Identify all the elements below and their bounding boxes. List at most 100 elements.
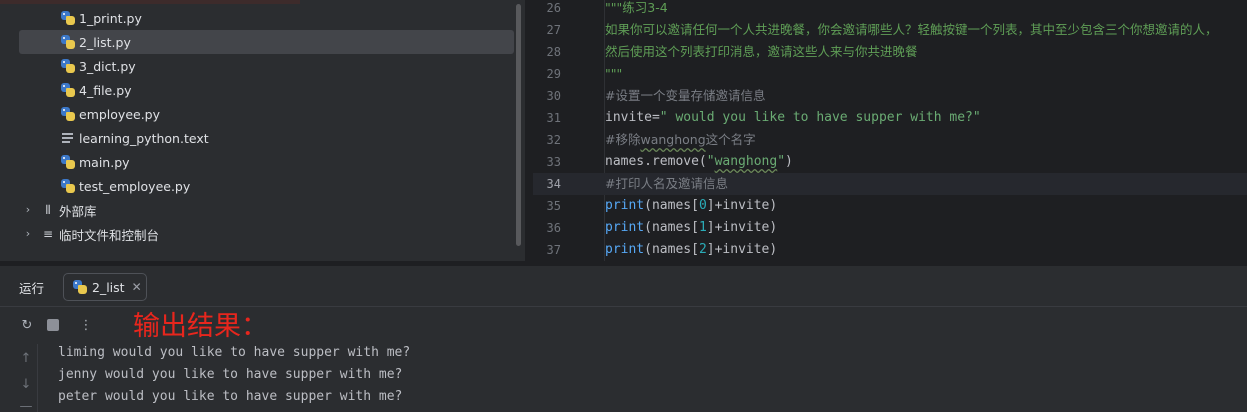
tree-item-3-dict[interactable]: 3_dict.py	[60, 54, 136, 78]
code-token: ]+invite)	[706, 220, 778, 235]
code-editor[interactable]: 26 """练习3-4 27 如果你可以邀请任何一个人共进晚餐，你会邀请哪些人？…	[533, 0, 1247, 261]
code-line[interactable]: 31 invite=" would you like to have suppe…	[533, 107, 1247, 129]
line-text: #设置一个变量存储邀请信息	[605, 88, 766, 103]
line-text: invite=" would you like to have supper w…	[605, 107, 981, 129]
console-output-line: peter would you like to have supper with…	[58, 389, 403, 404]
python-file-icon	[60, 34, 76, 50]
line-number: 26	[546, 1, 561, 15]
library-icon: ⫴	[45, 203, 51, 217]
tree-item-employee[interactable]: employee.py	[60, 102, 160, 126]
line-text: #打印人名及邀请信息	[605, 176, 728, 191]
line-number: 36	[546, 221, 561, 235]
soft-wrap-icon[interactable]: —	[18, 399, 34, 412]
code-line[interactable]: 27 如果你可以邀请任何一个人共进晚餐，你会邀请哪些人？轻触按键一个列表，其中至…	[533, 19, 1247, 41]
line-number: 34	[546, 177, 561, 191]
code-line[interactable]: 32 #移除wanghong这个名字	[533, 129, 1247, 151]
line-text: 然后使用这个列表打印消息，邀请这些人来与你共进晚餐	[605, 44, 918, 59]
console-gutter-divider	[37, 344, 38, 412]
line-text: 如果你可以邀请任何一个人共进晚餐，你会邀请哪些人？轻触按键一个列表，其中至少包含…	[605, 22, 1218, 37]
builtin-call: print	[605, 242, 645, 257]
line-text: """	[605, 66, 623, 81]
python-file-icon	[60, 154, 76, 170]
rerun-icon[interactable]: ↻	[19, 318, 35, 334]
python-file-icon	[60, 58, 76, 74]
string-quote: "	[706, 154, 715, 169]
python-file-icon	[72, 279, 88, 295]
tree-group-external-libraries[interactable]: › ⫴ 外部库	[20, 198, 97, 222]
close-icon[interactable]: ✕	[132, 280, 142, 294]
code-token: (names[	[644, 220, 699, 235]
more-options-icon[interactable]: ⋮	[78, 318, 94, 334]
tree-group-label: 外部库	[59, 203, 97, 219]
console-output-line: liming would you like to have supper wit…	[58, 345, 411, 360]
line-number: 28	[546, 45, 561, 59]
tree-item-label: learning_python.text	[79, 130, 209, 146]
builtin-call: print	[605, 220, 645, 235]
line-number: 33	[546, 155, 561, 169]
run-tool-window: 运行 2_list ✕ ↻ ⋮ 输出结果： ↑ ↓ — liming would…	[0, 266, 1247, 412]
tree-item-label: 1_print.py	[79, 10, 142, 26]
project-tool-window: 1_print.py 2_list.py 3_dict.py 4_file.py…	[0, 0, 525, 261]
code-token: (names[	[644, 242, 699, 257]
python-file-icon	[60, 178, 76, 194]
line-number: 31	[546, 111, 561, 125]
chevron-right-icon[interactable]: ›	[20, 202, 36, 218]
project-scrollbar[interactable]	[516, 4, 521, 246]
code-token: #移除	[605, 132, 641, 147]
code-line[interactable]: 28 然后使用这个列表打印消息，邀请这些人来与你共进晚餐	[533, 41, 1247, 63]
code-line[interactable]: 36 print(names[1]+invite)	[533, 217, 1247, 239]
string-literal: " would you like to have supper with me?…	[659, 110, 981, 125]
chevron-right-icon[interactable]: ›	[20, 226, 36, 242]
python-file-icon	[60, 106, 76, 122]
python-file-icon	[60, 10, 76, 26]
code-line[interactable]: 30 #设置一个变量存储邀请信息	[533, 85, 1247, 107]
tree-item-1-print[interactable]: 1_print.py	[60, 6, 142, 30]
tree-item-learning-python[interactable]: learning_python.text	[60, 126, 209, 150]
code-line-current[interactable]: 34 #打印人名及邀请信息	[533, 173, 1247, 195]
tree-item-2-list[interactable]: 2_list.py	[19, 30, 514, 54]
number-literal: 2	[698, 242, 707, 257]
line-number: 30	[546, 89, 561, 103]
text-file-icon	[60, 130, 76, 146]
builtin-call: print	[605, 198, 645, 213]
code-token: ]+invite)	[706, 242, 778, 257]
python-file-icon	[60, 82, 76, 98]
arrow-up-icon[interactable]: ↑	[18, 351, 34, 366]
code-line[interactable]: 26 """练习3-4	[533, 0, 1247, 19]
tree-item-4-file[interactable]: 4_file.py	[60, 78, 132, 102]
line-text: print(names[1]+invite)	[605, 217, 777, 239]
line-text: names.remove("wanghong")	[605, 151, 793, 173]
typo-highlight: wanghong	[640, 132, 706, 147]
scrolled-row-edge	[0, 0, 300, 4]
scratches-icon: ≡	[42, 227, 54, 241]
output-annotation: 输出结果：	[133, 311, 268, 342]
line-number: 37	[546, 243, 561, 257]
code-line[interactable]: 35 print(names[0]+invite)	[533, 195, 1247, 217]
tree-item-main[interactable]: main.py	[60, 150, 130, 174]
stop-icon[interactable]	[47, 319, 59, 331]
tree-item-label: test_employee.py	[79, 178, 191, 194]
tree-item-label: 3_dict.py	[79, 58, 136, 74]
code-line[interactable]: 37 print(names[2]+invite)	[533, 239, 1247, 261]
code-token: (names[	[644, 198, 699, 213]
number-literal: 1	[698, 220, 707, 235]
tree-item-label: 2_list.py	[79, 34, 131, 50]
tree-group-scratches[interactable]: › ≡ 临时文件和控制台	[20, 222, 159, 246]
tree-group-label: 临时文件和控制台	[59, 227, 160, 243]
tree-item-test-employee[interactable]: test_employee.py	[60, 174, 190, 198]
tree-item-label: main.py	[79, 154, 130, 170]
code-line[interactable]: 29 """	[533, 63, 1247, 85]
tree-item-label: employee.py	[79, 106, 161, 122]
tree-item-label: 4_file.py	[79, 82, 132, 98]
typo-highlight: wanghong	[714, 154, 778, 169]
line-number: 32	[546, 133, 561, 147]
run-tab-label: 2_list	[92, 279, 125, 295]
line-text: print(names[0]+invite)	[605, 195, 777, 217]
arrow-down-icon[interactable]: ↓	[18, 377, 34, 392]
line-number: 29	[546, 67, 561, 81]
line-text: print(names[2]+invite)	[605, 239, 777, 261]
code-token: invite=	[605, 110, 660, 125]
run-config-tab[interactable]: 2_list ✕	[63, 273, 147, 301]
line-number: 27	[546, 23, 561, 37]
code-line[interactable]: 33 names.remove("wanghong")	[533, 151, 1247, 173]
